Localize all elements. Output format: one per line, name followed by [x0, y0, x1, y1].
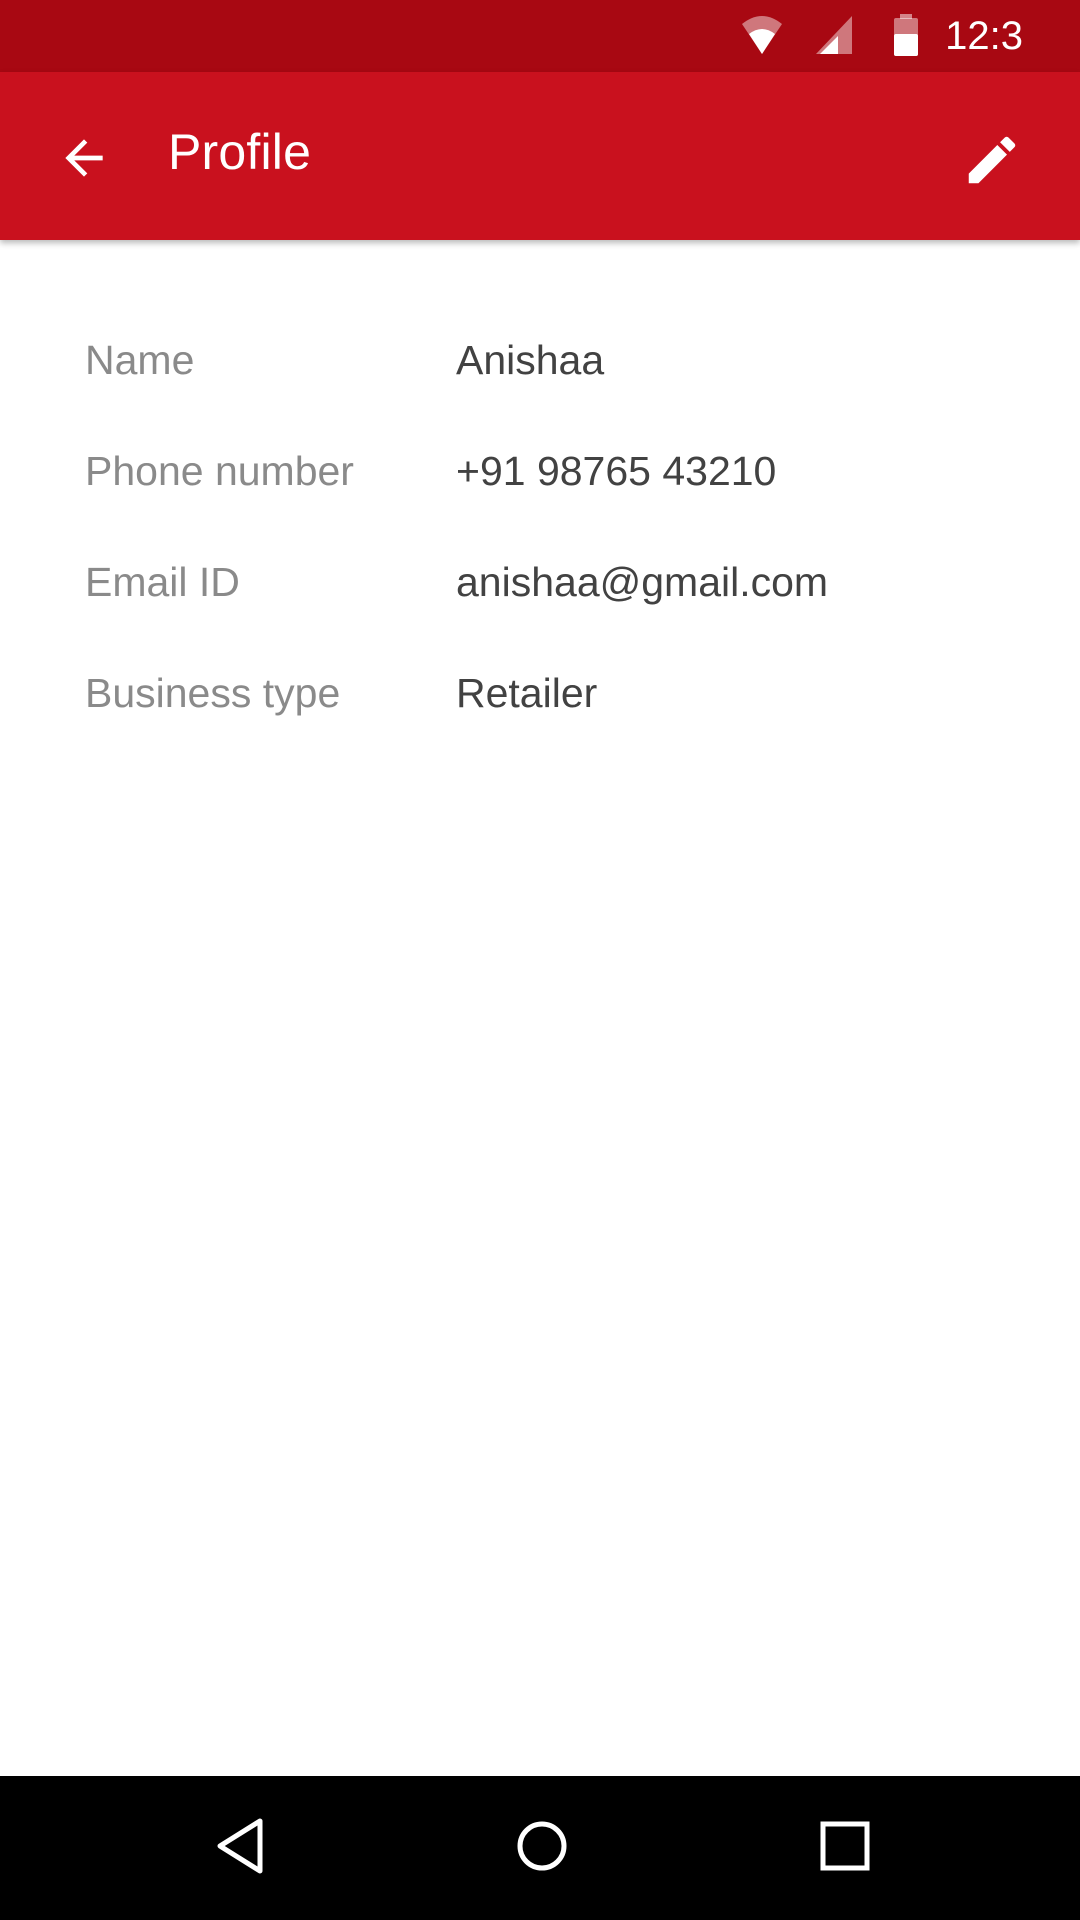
field-value: Anishaa — [456, 337, 605, 383]
wifi-icon — [740, 14, 784, 63]
field-value: anishaa@gmail.com — [456, 559, 829, 605]
nav-recents-icon — [819, 1820, 871, 1877]
cell-signal-icon — [814, 14, 854, 63]
back-button[interactable] — [36, 112, 132, 208]
field-label: Phone number — [85, 448, 354, 494]
field-label: Business type — [85, 670, 341, 716]
system-nav-bar — [0, 1776, 1080, 1920]
page-title: Profile — [168, 124, 312, 180]
nav-recents-button[interactable] — [795, 1798, 895, 1898]
nav-back-icon — [212, 1816, 268, 1881]
field-label: Name — [85, 337, 195, 383]
field-label: Email ID — [85, 559, 240, 605]
app-bar: Profile — [0, 72, 1080, 240]
nav-home-button[interactable] — [492, 1798, 592, 1898]
profile-screen: 12:3 Profile Name Anishaa Phone number +… — [0, 0, 1080, 1920]
edit-button[interactable] — [944, 114, 1040, 210]
field-value: Retailer — [456, 670, 598, 716]
field-row-name: Name Anishaa — [0, 320, 1080, 400]
field-value: +91 98765 43210 — [456, 448, 777, 494]
nav-home-icon — [514, 1818, 570, 1879]
battery-icon — [892, 14, 920, 63]
field-row-phone: Phone number +91 98765 43210 — [0, 431, 1080, 511]
pencil-edit-icon — [961, 129, 1023, 196]
arrow-back-icon — [56, 130, 112, 191]
field-row-business-type: Business type Retailer — [0, 653, 1080, 733]
status-time: 12:3 — [945, 14, 1023, 58]
field-row-email: Email ID anishaa@gmail.com — [0, 542, 1080, 622]
status-bar: 12:3 — [0, 0, 1080, 72]
nav-back-button[interactable] — [190, 1798, 290, 1898]
